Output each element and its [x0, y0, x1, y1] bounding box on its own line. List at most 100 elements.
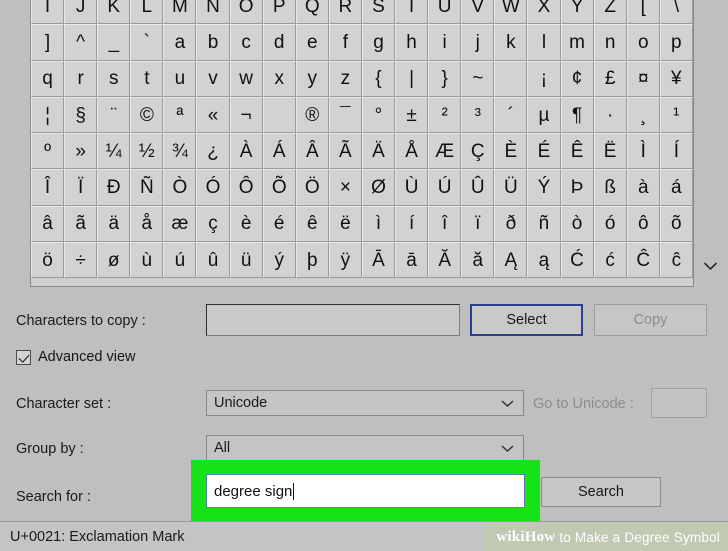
character-cell[interactable]: º: [31, 133, 65, 170]
character-cell[interactable]: ą: [527, 242, 561, 279]
group-by-dropdown[interactable]: All: [206, 435, 524, 461]
character-cell[interactable]: è: [229, 205, 263, 243]
character-cell[interactable]: Ø: [361, 169, 396, 206]
character-cell[interactable]: î: [428, 205, 462, 243]
character-cell[interactable]: q: [31, 60, 65, 97]
character-cell[interactable]: |: [395, 60, 429, 97]
character-cell[interactable]: £: [593, 60, 627, 97]
character-cell[interactable]: û: [196, 242, 230, 279]
character-cell[interactable]: ¦: [31, 96, 65, 134]
character-cell[interactable]: u: [163, 60, 197, 97]
character-cell[interactable]: õ: [659, 205, 693, 243]
character-cell[interactable]: ã: [64, 205, 98, 243]
character-cell[interactable]: Í: [659, 133, 693, 170]
character-cell[interactable]: É: [527, 133, 561, 170]
character-cell[interactable]: ÷: [64, 242, 98, 279]
character-cell[interactable]: Ù: [395, 169, 429, 206]
character-cell[interactable]: ¤: [626, 60, 660, 97]
character-cell[interactable]: m: [560, 24, 594, 61]
character-cell[interactable]: U: [428, 0, 462, 25]
character-cell[interactable]: Ą: [494, 242, 528, 279]
character-cell[interactable]: ¨: [97, 96, 131, 134]
character-cell[interactable]: z: [328, 60, 362, 97]
character-cell[interactable]: í: [395, 205, 429, 243]
chevron-down-icon[interactable]: [699, 255, 721, 277]
character-cell[interactable]: ~: [461, 60, 495, 97]
character-cell[interactable]: o: [626, 24, 660, 61]
character-cell[interactable]: »: [64, 133, 98, 170]
character-cell[interactable]: ©: [130, 96, 164, 134]
character-cell[interactable]: Ê: [560, 133, 594, 170]
character-cell[interactable]: ´: [494, 96, 528, 134]
character-cell[interactable]: À: [229, 133, 263, 170]
character-cell[interactable]: ¹: [659, 96, 693, 134]
character-cell[interactable]: °: [361, 96, 396, 134]
character-cell[interactable]: b: [196, 24, 230, 61]
character-cell[interactable]: p: [659, 24, 693, 61]
character-cell[interactable]: [: [626, 0, 660, 25]
character-cell[interactable]: M: [163, 0, 197, 25]
character-cell[interactable]: ¼: [97, 133, 131, 170]
character-cell[interactable]: ]: [31, 24, 65, 61]
character-cell[interactable]: «: [196, 96, 230, 134]
character-cell[interactable]: x: [262, 60, 296, 97]
character-cell[interactable]: æ: [163, 205, 197, 243]
character-cell[interactable]: Á: [262, 133, 296, 170]
character-cell[interactable]: Ç: [461, 133, 495, 170]
character-cell[interactable]: Õ: [262, 169, 296, 206]
character-cell[interactable]: \: [659, 0, 693, 25]
character-cell[interactable]: ¢: [560, 60, 594, 97]
character-cell[interactable]: s: [97, 60, 131, 97]
character-cell[interactable]: g: [361, 24, 396, 61]
character-cell[interactable]: ¯: [328, 96, 362, 134]
character-cell[interactable]: Û: [461, 169, 495, 206]
search-input[interactable]: degree sign: [206, 474, 525, 508]
character-cell[interactable]: ±: [395, 96, 429, 134]
character-cell[interactable]: ²: [428, 96, 462, 134]
character-cell[interactable]: d: [262, 24, 296, 61]
character-cell[interactable]: }: [428, 60, 462, 97]
character-cell[interactable]: Þ: [560, 169, 594, 206]
character-cell[interactable]: T: [395, 0, 429, 25]
character-cell[interactable]: ä: [97, 205, 131, 243]
character-cell[interactable]: È: [494, 133, 528, 170]
character-cell[interactable]: ¡: [527, 60, 561, 97]
character-cell[interactable]: à: [626, 169, 660, 206]
character-cell[interactable]: Ï: [64, 169, 98, 206]
character-cell[interactable]: ú: [163, 242, 197, 279]
character-cell[interactable]: ¥: [659, 60, 693, 97]
character-cell[interactable]: n: [593, 24, 627, 61]
character-cell[interactable]: W: [494, 0, 528, 25]
characters-to-copy-input[interactable]: [206, 304, 460, 336]
character-grid-panel[interactable]: I J K L M N O P Q R S T U V W X Y Z[\] ^ _ ` a b c d e f g h i j k l m n o p…: [30, 0, 694, 287]
character-cell[interactable]: é: [262, 205, 296, 243]
character-cell[interactable]: I: [31, 0, 65, 25]
character-cell[interactable]: Ö: [295, 169, 329, 206]
character-cell[interactable]: ®: [295, 96, 329, 134]
character-cell[interactable]: y: [295, 60, 329, 97]
character-cell[interactable]: P: [262, 0, 296, 25]
character-cell[interactable]: S: [361, 0, 396, 25]
character-cell[interactable]: ā: [395, 242, 429, 279]
character-cell[interactable]: ­: [262, 96, 296, 134]
character-cell[interactable]: r: [64, 60, 98, 97]
character-cell[interactable]: e: [295, 24, 329, 61]
character-cell[interactable]: Q: [295, 0, 329, 25]
character-grid[interactable]: I J K L M N O P Q R S T U V W X Y Z[\] ^ _ ` a b c d e f g h i j k l m n o p…: [31, 0, 693, 279]
character-cell[interactable]: Æ: [428, 133, 462, 170]
character-cell[interactable]: Ĉ: [626, 242, 660, 279]
character-cell[interactable]: Ô: [229, 169, 263, 206]
character-cell[interactable]: `: [130, 24, 164, 61]
character-cell[interactable]: Ò: [163, 169, 197, 206]
advanced-view-checkbox[interactable]: Advanced view: [16, 349, 136, 365]
character-cell[interactable]: Ä: [361, 133, 396, 170]
character-cell[interactable]: c: [229, 24, 263, 61]
character-cell[interactable]: R: [328, 0, 362, 25]
character-cell[interactable]: Z: [593, 0, 627, 25]
character-cell[interactable]: ð: [494, 205, 528, 243]
copy-button[interactable]: Copy: [594, 304, 707, 336]
character-cell[interactable]: Ó: [196, 169, 230, 206]
character-cell[interactable]: l: [527, 24, 561, 61]
character-cell[interactable]: i: [428, 24, 462, 61]
character-cell[interactable]: _: [97, 24, 131, 61]
